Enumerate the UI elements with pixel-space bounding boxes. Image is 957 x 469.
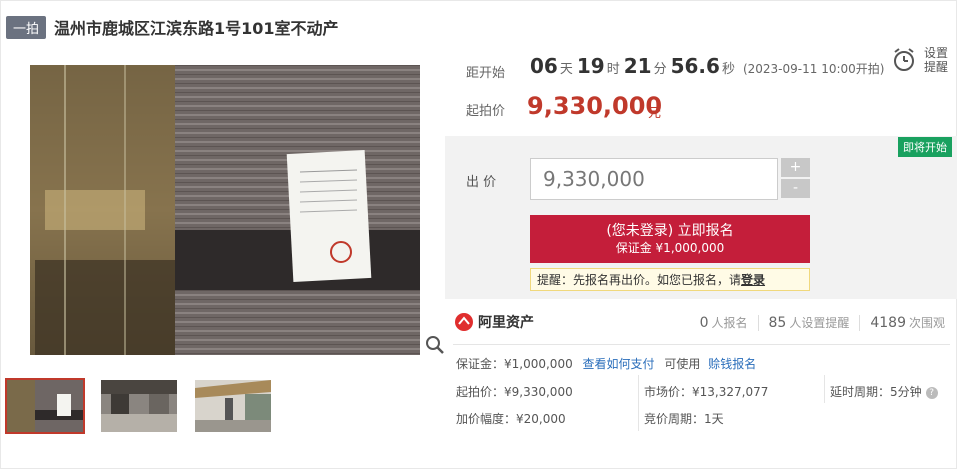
building-photo-image <box>5 60 445 360</box>
brand: 阿里资产 <box>455 312 534 332</box>
signup-tip: 提醒：先报名再出价。如您已报名，请 登录 <box>530 268 810 291</box>
start-price-unit: 元 <box>648 106 662 121</box>
thumbnail-1[interactable] <box>5 378 85 434</box>
signups-label: 人报名 <box>711 316 748 330</box>
bid-increase-button[interactable]: + <box>781 158 810 177</box>
thumbnail-2[interactable] <box>99 378 179 434</box>
title-row: 一拍 温州市鹿城区江滨东路1号101室不动产 <box>6 15 339 39</box>
login-link[interactable]: 登录 <box>741 271 765 288</box>
photo-thumbnails <box>5 378 273 434</box>
bid-panel: 即将开始 出 价 9,330,000 + - (您未登录) 立即报名 保证金 ¥… <box>445 136 957 299</box>
page-title: 温州市鹿城区江滨东路1号101室不动产 <box>54 19 339 38</box>
credit-signup-link[interactable]: 赊钱报名 <box>708 357 756 371</box>
auction-period-info: 竞价周期：1天 <box>644 412 724 426</box>
main-photo[interactable] <box>5 60 445 360</box>
grid-divider <box>824 375 825 403</box>
info-divider <box>453 344 950 345</box>
signup-button[interactable]: (您未登录) 立即报名 保证金 ¥1,000,000 <box>530 215 810 263</box>
status-badge: 即将开始 <box>898 137 952 157</box>
start-price-value: 9,330,000 <box>527 92 663 120</box>
signup-button-label: (您未登录) 立即报名 <box>606 223 734 239</box>
auction-round-tag: 一拍 <box>6 15 47 39</box>
deposit-row: 保证金：¥1,000,000 查看如何支付 可使用 赊钱报名 <box>456 355 756 372</box>
alarm-clock-icon <box>894 48 914 71</box>
reminders-label: 人设置提醒 <box>789 316 850 330</box>
zoom-icon[interactable] <box>424 334 446 356</box>
views-count: 4189 <box>870 315 906 331</box>
reminders-count: 85 <box>768 315 787 331</box>
signup-tip-text: 提醒：先报名再出价。如您已报名，请 <box>537 273 742 287</box>
signups-count: 0 <box>699 315 709 331</box>
signup-deposit-label: 保证金 ¥1,000,000 <box>615 241 725 255</box>
brand-name: 阿里资产 <box>478 315 534 331</box>
countdown-days-unit: 天 <box>559 62 573 77</box>
market-price-info: 市场价：¥13,327,077 <box>644 385 769 399</box>
set-reminder-label: 设置 提醒 <box>924 46 948 74</box>
bid-amount-input[interactable]: 9,330,000 <box>530 158 778 200</box>
bid-label: 出 价 <box>466 175 497 190</box>
countdown-timer: 06 天 19 时 21 分 56.6 秒 (2023-09-11 10:00开… <box>530 54 884 78</box>
grid-divider <box>638 375 639 431</box>
how-to-pay-link[interactable]: 查看如何支付 <box>583 357 655 371</box>
delay-period-text: 延时周期：5分钟 <box>830 385 922 399</box>
set-reminder-line1: 设置 <box>924 46 949 60</box>
set-reminder-button[interactable]: 设置 提醒 <box>892 46 948 74</box>
auction-stats: 0 人报名 85 人设置提醒 4189 次围观 <box>700 314 945 331</box>
help-icon[interactable]: ? <box>925 386 938 399</box>
delay-period-info: 延时周期：5分钟? <box>830 383 938 400</box>
countdown-hours: 19 <box>576 54 605 78</box>
ali-assets-logo-icon <box>455 313 473 331</box>
stat-divider <box>859 314 861 331</box>
thumbnail-3[interactable] <box>193 378 273 434</box>
countdown-minutes: 21 <box>623 54 652 78</box>
increment-info: 加价幅度：¥20,000 <box>456 412 566 426</box>
bid-decrease-button[interactable]: - <box>781 179 810 198</box>
auction-start-time: (2023-09-11 10:00开拍) <box>742 62 885 76</box>
start-price-label: 起拍价 <box>466 104 506 119</box>
countdown-label: 距开始 <box>466 66 506 81</box>
start-price-info: 起拍价：¥9,330,000 <box>456 385 573 399</box>
auction-info: 阿里资产 0 人报名 85 人设置提醒 4189 次围观 保证金：¥1,000,… <box>445 300 957 469</box>
countdown-hours-unit: 时 <box>606 62 620 77</box>
countdown-seconds: 56.6 <box>670 54 720 78</box>
set-reminder-line2: 提醒 <box>924 60 949 74</box>
countdown-days: 06 <box>530 54 558 78</box>
deposit-text: 保证金：¥1,000,000 <box>456 357 573 371</box>
countdown-seconds-unit: 秒 <box>721 62 735 77</box>
stat-divider <box>757 314 759 331</box>
countdown-minutes-unit: 分 <box>653 62 667 77</box>
can-use-label: 可使用 <box>664 357 701 371</box>
views-label: 次围观 <box>908 316 945 330</box>
